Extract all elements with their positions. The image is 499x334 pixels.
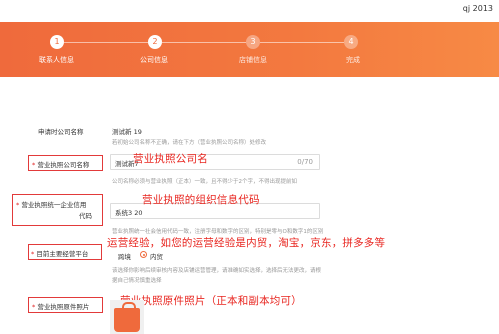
license-photo-upload[interactable] — [110, 300, 144, 334]
platform-option-crossborder[interactable]: 跨境 — [118, 251, 131, 261]
license-company-label: * 营业执照公司名称 — [32, 161, 90, 169]
step-banner: 1 联系人信息 2 公司信息 3 店铺信息 4 完成 — [0, 22, 499, 77]
license-company-annotation: 营业执照公司名 — [133, 153, 208, 165]
license-photo-annotation: 营业执照原件照片（正本和副本均可） — [120, 295, 302, 307]
company-apply-value: 测试新 19 — [112, 128, 142, 136]
credit-code-label: * 营业执照统一企业信用 — [16, 201, 87, 209]
credit-code-label-line2: 代码 — [79, 212, 92, 220]
credit-code-hint: 营业执照统一社会信用代码一致，注册字母和数字的区别，特别是零与O和数字1的区别 — [112, 229, 324, 235]
step-2-circle: 2 — [148, 35, 162, 49]
step-connector — [64, 42, 148, 43]
step-2-label: 公司信息 — [140, 56, 168, 64]
step-1-label: 联系人信息 — [39, 56, 74, 64]
platform-label: * 目前主要经营平台 — [31, 250, 89, 258]
progress-steps: 1 联系人信息 2 公司信息 3 店铺信息 4 完成 — [0, 22, 499, 77]
step-4-label: 完成 — [346, 56, 360, 64]
step-3-circle: 3 — [246, 35, 260, 49]
step-connector — [260, 42, 344, 43]
step-3-label: 店铺信息 — [239, 56, 267, 64]
license-company-hint: 公司名称必须与营业执照（正本）一致，且不得少于2个字，不得出现提前如 — [112, 179, 298, 185]
platform-annotation: 运营经验，如您的运营经验是内贸，淘宝，京东，拼多多等 — [107, 237, 386, 249]
company-apply-hint: 若初始公司名称不正确，请在下方（营业执照公司名称）处修改 — [112, 140, 267, 146]
credit-code-annotation: 营业执照的组织信息代码 — [142, 194, 260, 206]
shopping-bag-icon — [114, 302, 140, 332]
platform-hint-2: 据自己情况慎重选择 — [112, 278, 162, 284]
user-account[interactable]: qj 2013 — [463, 4, 493, 13]
company-apply-label: 申请时公司名称 — [38, 128, 84, 136]
step-connector — [162, 42, 246, 43]
license-photo-label: * 营业执照原件照片 — [32, 303, 90, 311]
platform-option-neimao[interactable]: 内贸 — [150, 251, 163, 261]
step-4-circle: 4 — [344, 35, 358, 49]
platform-radio-neimao[interactable] — [140, 251, 147, 258]
char-counter: 0/70 — [297, 158, 313, 166]
platform-hint-1: 该选择你影响后续审核内容及店铺运营管理，请准确如实选择，选择后无法更改，请根 — [112, 268, 322, 274]
step-1-circle: 1 — [50, 35, 64, 49]
top-bar: qj 2013 — [0, 0, 499, 22]
